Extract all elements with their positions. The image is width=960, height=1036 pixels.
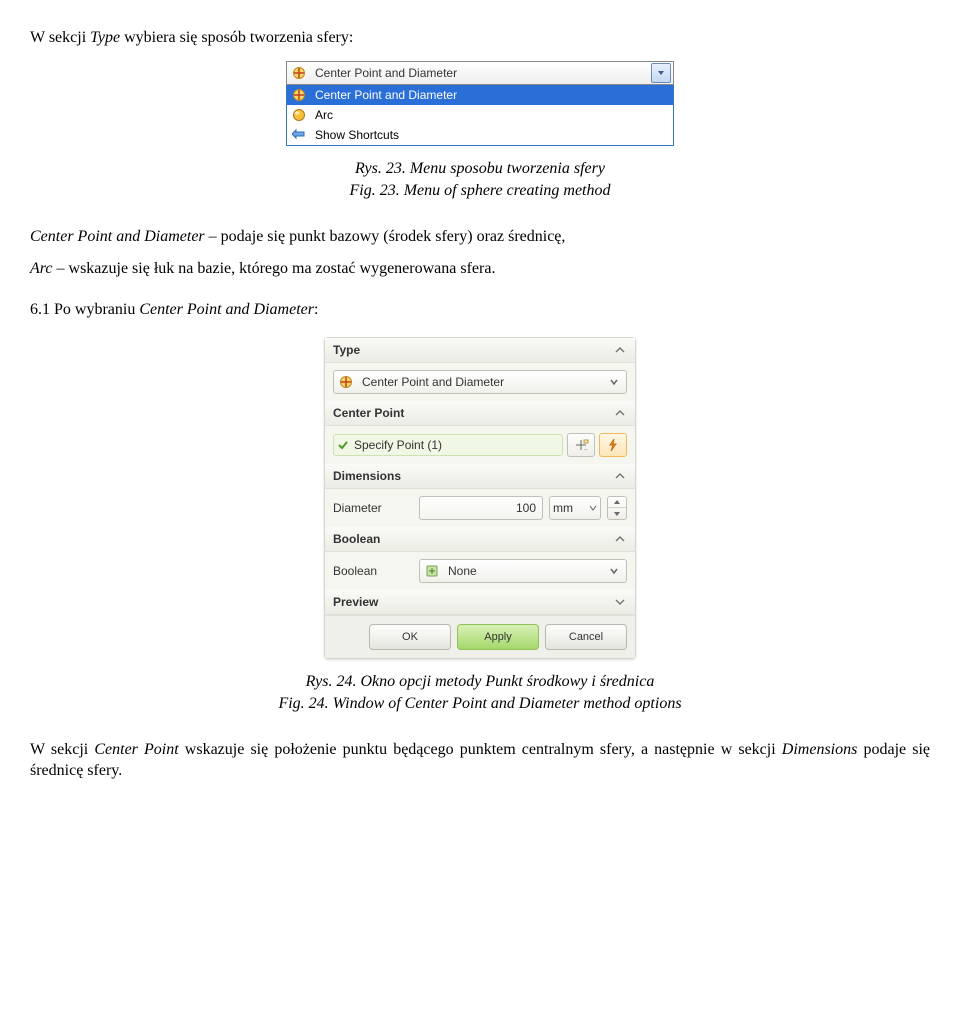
- final-2: Center Point: [94, 741, 178, 758]
- group-title-centerpoint: Center Point: [333, 406, 404, 420]
- check-icon: [336, 438, 350, 452]
- chevron-up-icon: [613, 532, 627, 546]
- ok-button[interactable]: OK: [369, 624, 451, 650]
- cancel-button[interactable]: Cancel: [545, 624, 627, 650]
- dropdown-item-label: Show Shortcuts: [311, 128, 399, 142]
- diameter-input[interactable]: 100: [419, 496, 543, 520]
- dropdown-item-label: Center Point and Diameter: [311, 88, 457, 102]
- shortcut-icon: [291, 127, 307, 143]
- group-header-type[interactable]: Type: [325, 338, 635, 363]
- final-4: Dimensions: [782, 741, 858, 758]
- group-title-preview: Preview: [333, 595, 378, 609]
- point-constructor-icon: ..: [573, 438, 589, 452]
- sphere-icon: [291, 87, 307, 103]
- intro-text: W sekcji: [30, 29, 90, 46]
- arc-description: Arc – wskazuje się łuk na bazie, którego…: [30, 259, 930, 280]
- group-header-boolean[interactable]: Boolean: [325, 527, 635, 552]
- sec61-b: Center Point and Diameter: [139, 301, 314, 318]
- group-header-preview[interactable]: Preview: [325, 590, 635, 615]
- group-header-centerpoint[interactable]: Center Point: [325, 401, 635, 426]
- type-select[interactable]: Center Point and Diameter: [333, 370, 627, 394]
- cancel-label: Cancel: [569, 631, 603, 643]
- caption1-line1: Rys. 23. Menu sposobu tworzenia sfery: [355, 160, 605, 177]
- apply-label: Apply: [484, 631, 512, 643]
- group-title-dimensions: Dimensions: [333, 469, 401, 483]
- type-dropdown: Center Point and Diameter Center Point a…: [286, 61, 674, 146]
- dropdown-item-arc[interactable]: Arc: [287, 105, 673, 125]
- chevron-down-icon: [613, 595, 627, 609]
- dropdown-item-shortcuts[interactable]: Show Shortcuts: [287, 125, 673, 145]
- button-row: OK Apply Cancel: [325, 615, 635, 658]
- dropdown-selected-row[interactable]: Center Point and Diameter: [286, 61, 674, 85]
- diameter-stepper[interactable]: [607, 496, 627, 520]
- chevron-down-icon: [606, 372, 622, 392]
- arc-rest: – wskazuje się łuk na bazie, którego ma …: [53, 260, 496, 277]
- chevron-up-icon: [613, 469, 627, 483]
- ok-label: OK: [402, 631, 418, 643]
- boolean-value: None: [444, 564, 606, 578]
- svg-text:..: ..: [584, 446, 588, 452]
- intro-paragraph: W sekcji Type wybiera się sposób tworzen…: [30, 28, 930, 49]
- caption2-line1: Rys. 24. Okno opcji metody Punkt środkow…: [306, 673, 655, 690]
- boolean-label: Boolean: [333, 564, 413, 578]
- stepper-up-icon[interactable]: [608, 497, 626, 509]
- cpd-term: Center Point and Diameter: [30, 228, 205, 245]
- caption1-line2: Fig. 23. Menu of sphere creating method: [350, 182, 611, 199]
- apply-button[interactable]: Apply: [457, 624, 539, 650]
- group-header-dimensions[interactable]: Dimensions: [325, 464, 635, 489]
- specify-point-field[interactable]: Specify Point (1): [333, 434, 563, 456]
- group-body-dimensions: Diameter 100 mm: [325, 489, 635, 527]
- sphere-icon: [291, 65, 307, 81]
- sketch-point-button[interactable]: [599, 433, 627, 457]
- dropdown-arrow-button[interactable]: [651, 63, 671, 83]
- caption-figure-23: Rys. 23. Menu sposobu tworzenia sfery Fi…: [30, 158, 930, 203]
- final-3: wskazuje się położenie punktu będącego p…: [179, 741, 782, 758]
- chevron-down-icon: [606, 561, 622, 581]
- section-6-1: 6.1 Po wybraniu Center Point and Diamete…: [30, 300, 930, 321]
- specify-point-label: Specify Point (1): [354, 438, 442, 452]
- final-paragraph: W sekcji Center Point wskazuje się położ…: [30, 740, 930, 782]
- caption-figure-24: Rys. 24. Okno opcji metody Punkt środkow…: [30, 671, 930, 716]
- diameter-label: Diameter: [333, 501, 413, 515]
- type-select-label: Center Point and Diameter: [358, 375, 606, 389]
- cpd-description: Center Point and Diameter – podaje się p…: [30, 227, 930, 248]
- sphere-icon: [338, 374, 354, 390]
- intro-type: Type: [90, 29, 120, 46]
- arc-term: Arc: [30, 260, 53, 277]
- chevron-down-icon: [589, 504, 597, 512]
- group-title-boolean: Boolean: [333, 532, 380, 546]
- caption2-line2: Fig. 24. Window of Center Point and Diam…: [278, 695, 681, 712]
- cpd-rest: – podaje się punkt bazowy (środek sfery)…: [205, 228, 566, 245]
- group-body-type: Center Point and Diameter: [325, 363, 635, 401]
- boolean-select[interactable]: None: [419, 559, 627, 583]
- none-icon: [424, 563, 440, 579]
- stepper-down-icon[interactable]: [608, 508, 626, 519]
- point-dialog-button[interactable]: ..: [567, 433, 595, 457]
- sec61-c: :: [314, 301, 318, 318]
- dropdown-list: Center Point and Diameter Arc Show Short…: [286, 85, 674, 146]
- options-panel: Type Center Point and Diameter Center Po…: [324, 337, 636, 659]
- unit-label: mm: [553, 501, 573, 515]
- dropdown-item-label: Arc: [311, 108, 333, 122]
- group-title-type: Type: [333, 343, 360, 357]
- sec61-a: 6.1 Po wybraniu: [30, 301, 139, 318]
- diameter-value: 100: [516, 501, 536, 515]
- final-1: W sekcji: [30, 741, 94, 758]
- arc-icon: [291, 107, 307, 123]
- dropdown-item-cpd[interactable]: Center Point and Diameter: [287, 85, 673, 105]
- intro-text-2: wybiera się sposób tworzenia sfery:: [120, 29, 353, 46]
- dropdown-selected-label: Center Point and Diameter: [311, 66, 651, 80]
- group-body-centerpoint: Specify Point (1) ..: [325, 426, 635, 464]
- chevron-up-icon: [613, 343, 627, 357]
- group-body-boolean: Boolean None: [325, 552, 635, 590]
- unit-select[interactable]: mm: [549, 496, 601, 520]
- lightning-icon: [606, 438, 620, 452]
- chevron-up-icon: [613, 406, 627, 420]
